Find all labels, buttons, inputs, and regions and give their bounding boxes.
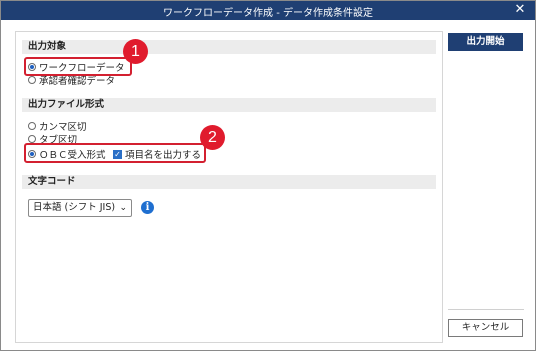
close-icon[interactable]: ✕ — [513, 3, 527, 17]
radio-icon — [28, 122, 36, 130]
divider — [448, 309, 524, 310]
chevron-down-icon: ⌄ — [119, 203, 127, 213]
dialog-window: ワークフローデータ作成 - データ作成条件設定 ✕ 出力対象 ワークフローデータ… — [0, 0, 536, 351]
charset-select-value: 日本語 (シフト JIS) — [33, 202, 116, 213]
highlight-box-1 — [24, 57, 132, 76]
charset-select[interactable]: 日本語 (シフト JIS) ⌄ — [28, 199, 132, 217]
radio-icon — [28, 135, 36, 143]
radio-label: カンマ区切 — [39, 122, 87, 133]
start-output-button[interactable]: 出力開始 — [448, 33, 523, 51]
section-heading-file-format: 出力ファイル形式 — [22, 98, 436, 112]
radio-comma[interactable]: カンマ区切 — [28, 120, 87, 133]
annotation-badge-2: 2 — [200, 125, 225, 150]
highlight-box-2 — [24, 143, 206, 163]
window-title: ワークフローデータ作成 - データ作成条件設定 — [163, 8, 373, 19]
annotation-badge-1: 1 — [123, 39, 148, 64]
cancel-button[interactable]: キャンセル — [448, 319, 523, 337]
info-icon[interactable]: i — [141, 201, 154, 214]
title-bar[interactable]: ワークフローデータ作成 - データ作成条件設定 ✕ — [1, 1, 535, 20]
radio-icon — [28, 76, 36, 84]
settings-panel: 出力対象 ワークフローデータ 承認者確認データ 出力ファイル形式 カンマ区切 タ… — [15, 31, 443, 343]
section-heading-output-target: 出力対象 — [22, 40, 436, 54]
section-heading-charset: 文字コード — [22, 175, 436, 189]
